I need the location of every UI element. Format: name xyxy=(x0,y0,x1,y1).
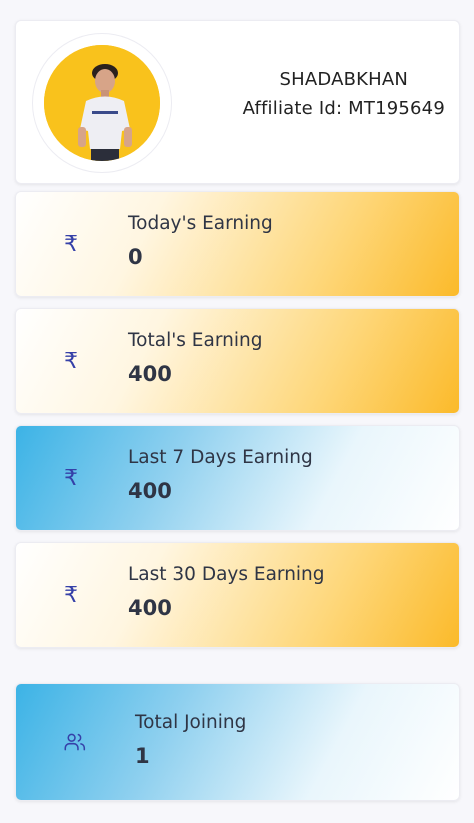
rupee-icon: ₹ xyxy=(64,231,78,257)
last-30-days-earning-value: 400 xyxy=(128,596,172,620)
last-7-days-earning-label: Last 7 Days Earning xyxy=(128,447,313,468)
user-name: SHADABKHAN xyxy=(279,69,409,90)
total-joining-card[interactable]: Total Joining 1 xyxy=(15,683,460,801)
last-7-days-earning-value: 400 xyxy=(128,479,172,503)
total-joining-label: Total Joining xyxy=(135,712,247,733)
last-7-days-earning-card[interactable]: ₹ Last 7 Days Earning 400 xyxy=(15,425,460,531)
rupee-icon: ₹ xyxy=(64,465,78,491)
avatar[interactable] xyxy=(44,45,160,161)
avatar-ring xyxy=(32,33,172,173)
total-earning-value: 400 xyxy=(128,362,172,386)
user-photo-icon xyxy=(44,45,160,161)
todays-earning-value: 0 xyxy=(128,245,143,269)
profile-info: SHADABKHAN Affiliate Id: MT195649 xyxy=(243,65,445,123)
rupee-icon: ₹ xyxy=(64,582,78,608)
todays-earning-label: Today's Earning xyxy=(128,213,273,234)
affiliate-id: Affiliate Id: MT195649 xyxy=(242,98,445,119)
total-earning-card[interactable]: ₹ Total's Earning 400 xyxy=(15,308,460,414)
rupee-icon: ₹ xyxy=(64,348,78,374)
last-30-days-earning-label: Last 30 Days Earning xyxy=(128,564,325,585)
users-icon xyxy=(64,730,86,754)
total-joining-value: 1 xyxy=(135,744,150,768)
total-earning-label: Total's Earning xyxy=(128,330,263,351)
last-30-days-earning-card[interactable]: ₹ Last 30 Days Earning 400 xyxy=(15,542,460,648)
todays-earning-card[interactable]: ₹ Today's Earning 0 xyxy=(15,191,460,297)
profile-card: SHADABKHAN Affiliate Id: MT195649 xyxy=(15,20,460,184)
